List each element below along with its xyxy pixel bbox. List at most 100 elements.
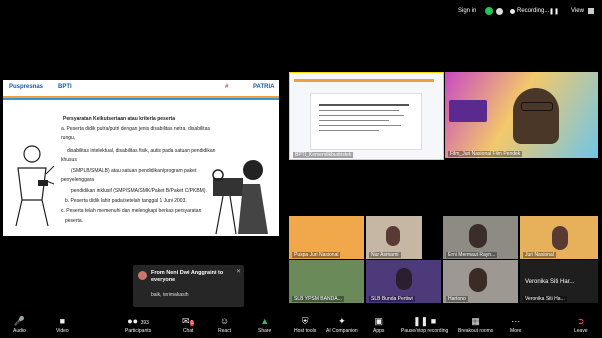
slide-line: a. Peserta didik putra/putri dengan jeni… bbox=[61, 126, 210, 132]
participant-tile[interactable]: Erni Mermaut Rayn... bbox=[443, 216, 518, 259]
react-label: React bbox=[218, 328, 232, 334]
participant-name: Film_Juri Nasional Film Pendek bbox=[448, 151, 523, 157]
participant-name: Veronika Siti Ha... bbox=[523, 296, 567, 302]
sparkle-icon: ✦ bbox=[338, 316, 346, 326]
participant-tile[interactable]: Puspa Juri Nasional bbox=[289, 216, 364, 259]
breakout-rooms-button[interactable]: ▦ Breakout rooms bbox=[458, 316, 493, 334]
recording-status: Recording... bbox=[517, 8, 550, 14]
puspresnas-logo: Puspresnas bbox=[9, 84, 44, 90]
grid-icon: ▦ bbox=[471, 316, 480, 326]
apps-button[interactable]: ▣ Apps bbox=[373, 316, 384, 334]
bpti-logo: BPTI bbox=[58, 84, 72, 90]
pause-icon: ❚❚ ■ bbox=[413, 316, 437, 326]
exit-icon: ➲ bbox=[577, 316, 585, 326]
pause-icon[interactable]: ❚❚ bbox=[549, 8, 559, 15]
participant-tile-juri[interactable]: Film_Juri Nasional Film Pendek bbox=[445, 72, 598, 158]
participant-video bbox=[396, 268, 412, 290]
share-button[interactable]: ▲ Share bbox=[258, 316, 271, 334]
participant-tile[interactable]: Veronika Siti Har... Veronika Siti Ha... bbox=[520, 260, 598, 303]
react-button[interactable]: ☺ React bbox=[218, 316, 231, 334]
camera-icon: ■ bbox=[59, 316, 66, 326]
more-icon: ⋯ bbox=[511, 316, 521, 326]
smile-icon: ☺ bbox=[219, 316, 230, 326]
slide-line: b. Peserta didik lahir pada/setelah tang… bbox=[65, 198, 187, 204]
microphone-icon: 🎤 bbox=[13, 316, 25, 326]
apps-label: Apps bbox=[373, 328, 385, 334]
chat-button[interactable]: ✉1 Chat bbox=[182, 316, 195, 334]
participant-name: Puspa Juri Nasional bbox=[292, 252, 341, 258]
close-icon[interactable]: ✕ bbox=[236, 268, 241, 275]
participant-name: BPTI_Kemendikbudristek bbox=[293, 152, 354, 158]
slide-line: rungu, bbox=[61, 135, 76, 141]
recording-icon bbox=[510, 9, 515, 14]
slide-divider bbox=[3, 98, 279, 100]
cameraman-illustration bbox=[15, 145, 55, 227]
mini-slide bbox=[310, 93, 422, 150]
participant-tile-bpti[interactable]: BPTI_Kemendikbudristek bbox=[289, 72, 444, 160]
more-button[interactable]: ⋯ More bbox=[510, 316, 521, 334]
participant-name: Hartono bbox=[446, 296, 468, 302]
slide-title: Persyaratan Keikutsertaan atau kriteria … bbox=[63, 116, 176, 122]
participant-video bbox=[552, 226, 568, 250]
ai-companion-label: AI Companion bbox=[326, 328, 358, 334]
leave-label: Leave bbox=[574, 328, 588, 334]
chat-sender: From Neni Dwi Anggraini to everyone bbox=[151, 270, 224, 283]
filmmaker-illustration bbox=[212, 160, 268, 235]
chat-notification[interactable]: From Neni Dwi Anggraini to everyone baik… bbox=[133, 265, 244, 307]
slide-line: pendidikan inklusif (SMP/SMA/SMK/Paket B… bbox=[71, 188, 207, 194]
slide-line: c. Peserta telah memenuhi dan melengkapi… bbox=[61, 208, 202, 214]
ai-companion-button[interactable]: ✦ AI Companion bbox=[326, 316, 358, 334]
participant-video bbox=[469, 224, 487, 248]
chat-message: baik, terimakasih bbox=[151, 292, 189, 298]
slide-line: disabilitas intelektual, disabilitas fis… bbox=[67, 148, 216, 154]
participant-name: SLB YPSM BANDA... bbox=[292, 296, 344, 302]
more-label: More bbox=[510, 328, 522, 334]
participant-name: SLB Bunda Pertiwi bbox=[369, 296, 415, 302]
share-screen-icon: ▲ bbox=[260, 316, 270, 326]
participant-name: Nur Asmarni bbox=[369, 252, 401, 258]
participants-count: 393 bbox=[140, 320, 149, 326]
chat-label: Chat bbox=[182, 328, 194, 334]
meeting-toolbar: 🎤 Audio ■ Video ●● 393 Participants ✉1 C… bbox=[0, 313, 602, 338]
view-button[interactable]: View bbox=[571, 8, 584, 14]
pause-recording-label: Pause/stop recording bbox=[401, 328, 449, 334]
participant-video bbox=[386, 226, 400, 246]
slide-line: peserta. bbox=[65, 218, 84, 224]
participants-label: Participants bbox=[125, 328, 152, 334]
shield-icon[interactable] bbox=[485, 7, 493, 15]
apps-icon: ▣ bbox=[374, 316, 383, 326]
patria-logo: PATRIA bbox=[253, 84, 275, 90]
avatar bbox=[138, 271, 147, 280]
participant-tile[interactable]: SLB Bunda Pertiwi bbox=[366, 260, 441, 303]
shield-icon: ⛨ bbox=[301, 316, 309, 326]
participant-tile[interactable]: Hartono bbox=[443, 260, 518, 303]
participant-tile[interactable]: Nur Asmarni bbox=[366, 216, 422, 259]
participant-tile[interactable]: SLB YPSM BANDA... bbox=[289, 260, 364, 303]
participants-icon[interactable] bbox=[496, 8, 503, 15]
mini-slide-header bbox=[294, 79, 434, 82]
audio-button[interactable]: 🎤 Audio bbox=[13, 316, 26, 334]
grid-icon[interactable] bbox=[588, 8, 594, 14]
audio-label: Audio bbox=[13, 328, 26, 334]
slide-line: penyelenggara bbox=[61, 177, 95, 183]
participants-icon: ●● 393 bbox=[127, 316, 149, 326]
participant-name: Juri Nasional bbox=[523, 252, 556, 258]
participants-button[interactable]: ●● 393 Participants bbox=[125, 316, 151, 334]
participant-video bbox=[469, 268, 487, 292]
video-button[interactable]: ■ Video bbox=[56, 316, 69, 334]
participant-tile[interactable]: Juri Nasional bbox=[520, 216, 598, 259]
chat-badge: 1 bbox=[189, 320, 195, 326]
video-label: Video bbox=[56, 328, 69, 334]
participant-name: Veronika Siti Har... bbox=[525, 279, 575, 285]
slide-line: (SMPLB/SMALB) atau satuan pendidikan/pro… bbox=[71, 168, 197, 174]
hashtag-logo: # bbox=[225, 84, 229, 90]
participant-video bbox=[513, 88, 559, 144]
pause-recording-button[interactable]: ❚❚ ■ Pause/stop recording bbox=[401, 316, 448, 334]
sign-in-link[interactable]: Sign in bbox=[458, 8, 476, 14]
sosialisasi-banner bbox=[449, 100, 487, 122]
leave-button[interactable]: ➲ Leave bbox=[574, 316, 588, 334]
glasses-icon bbox=[521, 102, 553, 111]
slide-line: khusus bbox=[61, 157, 77, 163]
chat-icon: ✉1 bbox=[182, 316, 195, 326]
host-tools-button[interactable]: ⛨ Host tools bbox=[294, 316, 316, 334]
